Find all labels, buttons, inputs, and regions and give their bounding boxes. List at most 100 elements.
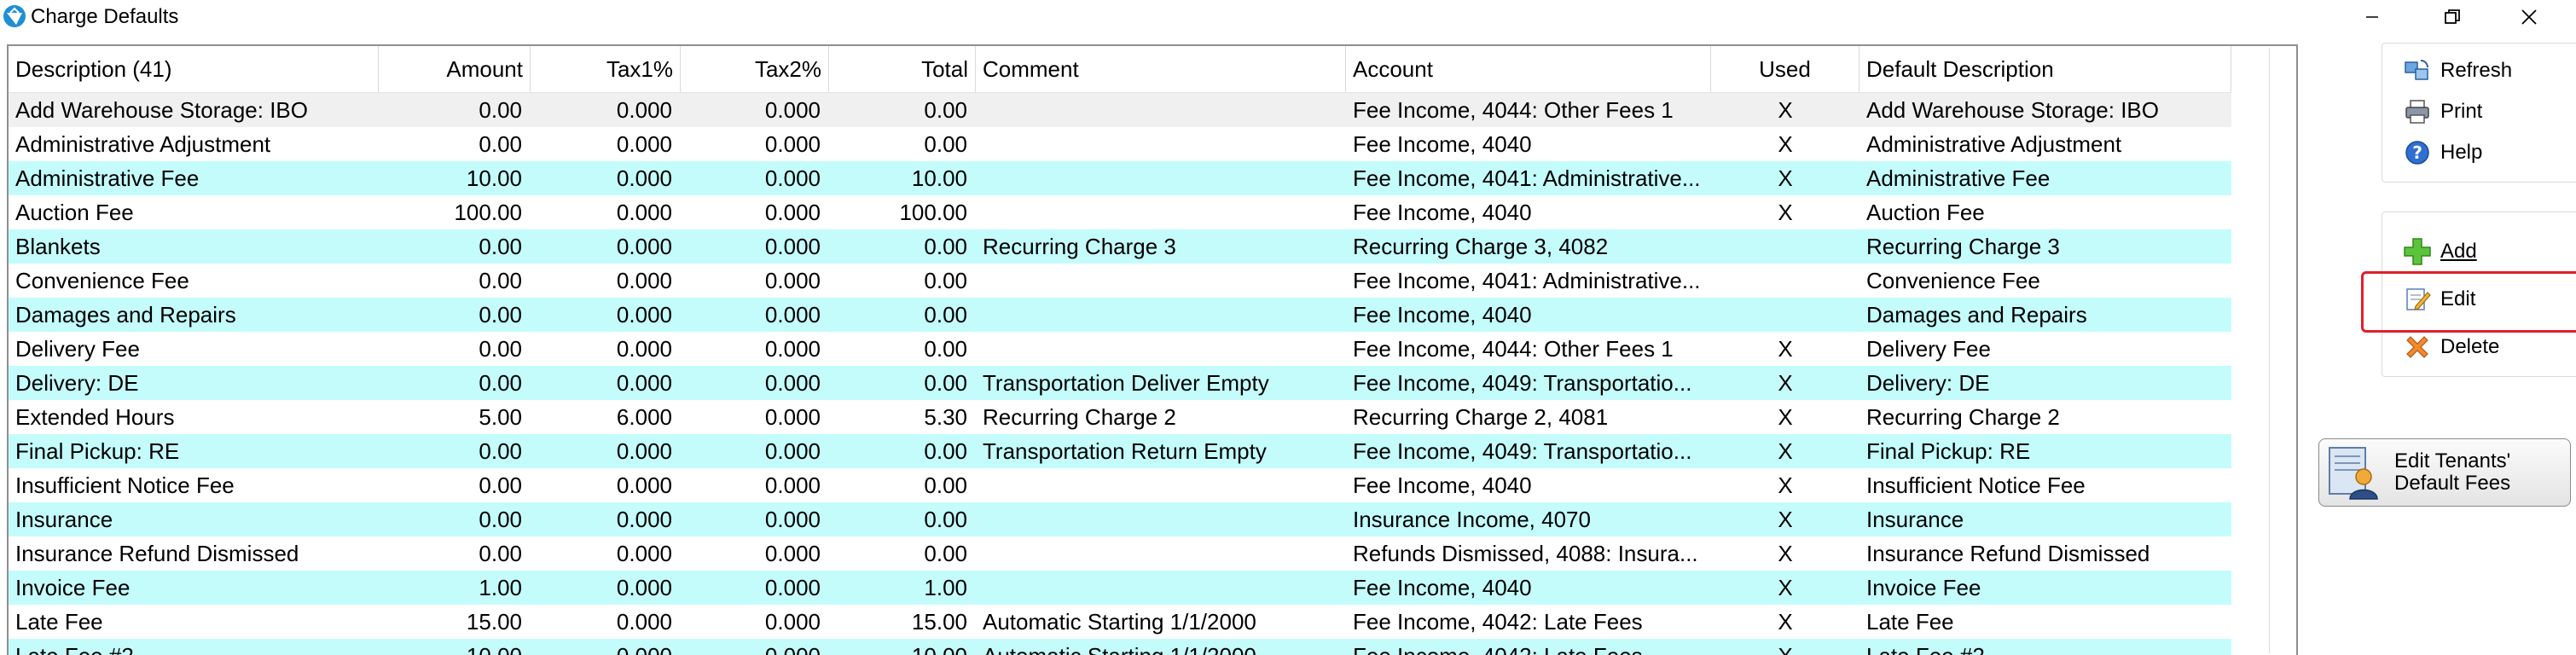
close-button[interactable] (2499, 0, 2559, 34)
table-row[interactable]: Insurance 0.00 0.000 0.000 0.00 Insurance Inc… (9, 502, 2231, 536)
cell-amount: 0.00 (479, 302, 522, 328)
cell-default: Late Fee #2 (1859, 639, 2231, 655)
refresh-label: Refresh (2440, 59, 2513, 82)
cell-tax1: 0.000 (616, 268, 672, 293)
cell-default: Add Warehouse Storage: IBO (1866, 97, 2160, 123)
cell-amount: 1.00 (479, 575, 522, 600)
table-row[interactable]: Insufficient Notice Fee 0.00 0.000 0.000 0.0… (9, 468, 2231, 502)
cell-account: Fee Income, 4044: Other Fees 1 (1353, 336, 1674, 362)
delete-button[interactable]: Delete (2401, 327, 2499, 368)
column-header-tax2[interactable]: Tax2% (681, 46, 829, 92)
cell-amount: 100.00 (454, 200, 522, 225)
cell-tax2: 0.000 (764, 268, 821, 293)
cell-total: 1.00 (924, 575, 967, 600)
table-row[interactable]: Administrative Adjustment 0.00 0.000 0.000 0… (9, 127, 2231, 161)
help-button[interactable]: ? Help (2401, 132, 2482, 173)
minimize-button[interactable] (2342, 0, 2402, 34)
cell-used: X (1778, 200, 1793, 225)
cell-total: 0.00 (924, 131, 967, 157)
cell-amount: 0.00 (479, 234, 522, 259)
cell-tax1: 0.000 (616, 302, 672, 328)
cell-desc: Delivery: DE (15, 370, 139, 396)
restore-button[interactable] (2422, 0, 2482, 34)
cell-tax1: 0.000 (616, 336, 672, 362)
cell-used: X (1778, 575, 1793, 600)
cell-comment (976, 536, 1346, 571)
print-button[interactable]: Print (2401, 91, 2482, 132)
table-row[interactable]: Blankets 0.00 0.000 0.000 0.00 Recurring Char… (9, 229, 2231, 264)
cell-used (1711, 264, 1859, 298)
cell-account: Fee Income, 4049: Transportatio... (1353, 438, 1692, 464)
column-header-description[interactable]: Description (41) (9, 46, 379, 92)
cell-desc: Administrative Fee (15, 165, 200, 191)
cell-comment (976, 264, 1346, 298)
cell-comment: Transportation Return Empty (983, 438, 1267, 464)
cell-account: Fee Income, 4049: Transportatio... (1353, 370, 1692, 396)
cell-tax1: 0.000 (616, 131, 672, 157)
cell-comment: Automatic Starting 1/1/2000 (983, 609, 1256, 635)
table-row[interactable]: Administrative Fee 10.00 0.000 0.000 10.00 Fe… (9, 161, 2231, 195)
cell-used: X (1778, 97, 1793, 123)
table-row[interactable]: Late Fee 15.00 0.000 0.000 15.00 Automatic St… (9, 605, 2231, 639)
column-header-total[interactable]: Total (829, 46, 976, 92)
column-header-default-description[interactable]: Default Description (1859, 46, 2231, 92)
table-row[interactable]: Damages and Repairs 0.00 0.000 0.000 0.00 Fee… (9, 298, 2231, 332)
cell-account: Fee Income, 4040 (1353, 131, 1532, 157)
cell-account: Fee Income, 4042: Late Fees (1346, 639, 1711, 655)
cell-default: Final Pickup: RE (1866, 438, 2031, 464)
print-label: Print (2440, 100, 2483, 123)
table-row[interactable]: Late Fee #210.000.0000.00010.00Automatic… (9, 639, 2231, 655)
tenant-button-line1: Edit Tenants' (2394, 449, 2511, 472)
help-icon: ? (2401, 136, 2434, 169)
cell-total: 0.00 (924, 541, 967, 566)
table-row[interactable]: Delivery: DE 0.00 0.000 0.000 0.00 Transporta… (9, 366, 2231, 400)
cell-account: Fee Income, 4040 (1353, 575, 1532, 600)
restore-icon (2445, 9, 2460, 24)
cell-total: 0.00 (924, 472, 967, 498)
cell-account: Recurring Charge 2, 4081 (1353, 404, 1609, 430)
table-row[interactable]: Convenience Fee 0.00 0.000 0.000 0.00 Fee Inc… (9, 264, 2231, 298)
column-header-comment[interactable]: Comment (976, 46, 1346, 92)
column-header-account[interactable]: Account (1346, 46, 1711, 92)
cell-tax1: 0.000 (616, 97, 672, 123)
cell-total: 0.00 (924, 507, 967, 532)
charge-defaults-grid[interactable]: Description (41) Amount Tax1% Tax2% Tota… (7, 44, 2298, 655)
cell-tax2: 0.000 (764, 336, 821, 362)
column-header-tax1[interactable]: Tax1% (531, 46, 681, 92)
cell-default: Delivery: DE (1866, 370, 1990, 396)
edit-tenants-default-fees-button[interactable]: Edit Tenants' Default Fees (2318, 438, 2571, 507)
cell-tax1: 0.000 (616, 507, 672, 532)
column-header-amount[interactable]: Amount (379, 46, 531, 92)
cell-desc: Insurance Refund Dismissed (15, 541, 299, 566)
column-header-used[interactable]: Used (1711, 46, 1859, 92)
cell-total: 0.00 (924, 97, 967, 123)
cell-desc: Blankets (15, 234, 101, 259)
cell-total: 0.00 (924, 234, 967, 259)
table-row[interactable]: Extended Hours 5.00 6.000 0.000 5.30 Recurrin… (9, 400, 2231, 434)
refresh-button[interactable]: Refresh (2401, 50, 2512, 91)
table-row[interactable]: Insurance Refund Dismissed 0.00 0.000 0.000… (9, 536, 2231, 571)
cell-account: Refunds Dismissed, 4088: Insura... (1353, 541, 1698, 566)
cell-desc: Late Fee #2 (9, 639, 379, 655)
vertical-scrollbar[interactable] (2269, 48, 2290, 653)
cell-default: Insurance Refund Dismissed (1866, 541, 2150, 566)
cell-default: Administrative Fee (1866, 165, 2051, 191)
cell-amount: 0.00 (479, 97, 522, 123)
table-row[interactable]: Delivery Fee 0.00 0.000 0.000 0.00 Fee Income… (9, 332, 2231, 366)
cell-default: Recurring Charge 3 (1866, 234, 2060, 259)
table-row[interactable]: Final Pickup: RE 0.00 0.000 0.000 0.00 Transp… (9, 434, 2231, 468)
cell-account: Fee Income, 4040 (1353, 302, 1532, 328)
title-bar: Charge Defaults (0, 0, 2576, 34)
cell-comment (976, 502, 1346, 536)
add-button[interactable]: Add (2401, 231, 2477, 272)
cell-tax1: 0.000 (616, 575, 672, 600)
cell-desc: Insurance (15, 507, 113, 532)
cell-used: X (1778, 336, 1793, 362)
table-row[interactable]: Invoice Fee 1.00 0.000 0.000 1.00 Fee Income,… (9, 571, 2231, 605)
table-row[interactable]: Auction Fee 100.00 0.000 0.000 100.00 Fee Inc… (9, 195, 2231, 229)
cell-tax2: 0.000 (764, 438, 821, 464)
cell-amount: 10.00 (466, 165, 522, 191)
cell-tax1: 0.000 (616, 165, 672, 191)
table-row[interactable]: Add Warehouse Storage: IBO 0.00 0.000 0.000… (9, 93, 2231, 127)
printer-icon (2401, 96, 2434, 128)
